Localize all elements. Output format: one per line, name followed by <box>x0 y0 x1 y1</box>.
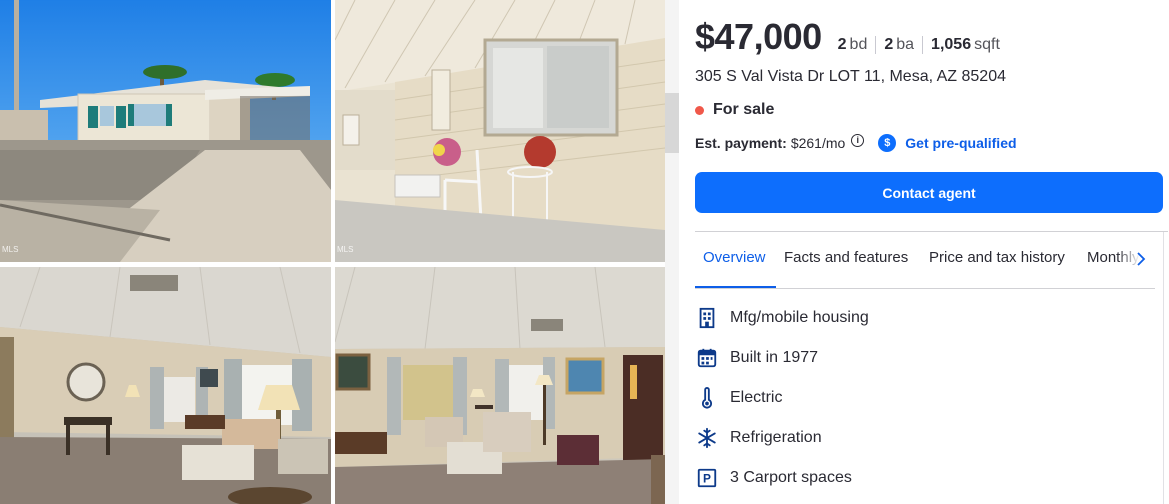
feature-label: 3 Carport spaces <box>730 469 852 486</box>
feature-label: Electric <box>730 389 783 406</box>
beds-fact: 2 bd <box>838 36 876 54</box>
feature-parking: P 3 Carport spaces <box>695 466 852 490</box>
thermometer-icon <box>695 386 719 410</box>
listing-address: 305 S Val Vista Dr LOT 11, Mesa, AZ 8520… <box>695 68 1006 85</box>
photo-living-room-1[interactable] <box>0 267 331 504</box>
svg-text:P: P <box>703 472 711 486</box>
prequal-label: Get pre-qualified <box>905 135 1017 151</box>
photo-exterior-front[interactable]: MLS <box>0 0 331 262</box>
photo-living-room-1-image <box>0 267 331 504</box>
mls-watermark: MLS <box>2 245 19 254</box>
active-tab-indicator <box>695 286 776 288</box>
sqft-fact: 1,056 sqft <box>922 36 1008 54</box>
tab-overview[interactable]: Overview <box>695 232 774 288</box>
photo-porch-image <box>335 0 665 262</box>
parking-icon: P <box>695 466 719 490</box>
chevron-right-icon[interactable] <box>1133 251 1149 267</box>
status-dot-icon <box>695 105 704 115</box>
contact-agent-button[interactable]: Contact agent <box>695 172 1163 213</box>
baths-value: 2 <box>884 36 894 53</box>
feature-label: Refrigeration <box>730 429 822 446</box>
listing-details-panel: $47,000 2 bd 2 ba 1,056 sqft 305 S Val Vist… <box>695 0 1169 504</box>
beds-value: 2 <box>837 36 847 53</box>
baths-fact: 2 ba <box>875 36 922 54</box>
tab-price-and-tax-history[interactable]: Price and tax history <box>921 232 1073 288</box>
dollar-badge-icon: $ <box>878 134 897 152</box>
feature-label: Mfg/mobile housing <box>730 309 869 326</box>
payment-label: Est. payment: <box>695 135 787 151</box>
beds-unit: bd <box>849 36 868 53</box>
panel-scroll-rail <box>1163 232 1164 504</box>
estimated-payment: Est. payment: $261/mo i $ Get pre-qualif… <box>695 133 1017 152</box>
feature-year-built: Built in 1977 <box>695 346 818 370</box>
tab-facts-and-features[interactable]: Facts and features <box>776 232 916 288</box>
photo-grid: MLS MLS <box>0 0 665 504</box>
feature-heating: Electric <box>695 386 782 410</box>
feature-label: Built in 1977 <box>730 349 819 366</box>
photo-living-room-2[interactable] <box>335 267 665 504</box>
info-icon[interactable]: i <box>851 133 865 147</box>
sqft-unit: sqft <box>974 36 1000 53</box>
payment-amount: $261/mo <box>790 135 846 151</box>
listing-status: For sale <box>695 101 774 119</box>
baths-unit: ba <box>896 36 915 53</box>
snowflake-icon <box>695 426 719 450</box>
photo-exterior-image <box>0 0 331 262</box>
photo-living-room-2-image <box>335 267 665 504</box>
price-row: $47,000 2 bd 2 ba 1,056 sqft <box>695 16 1008 58</box>
photo-covered-porch[interactable]: MLS <box>335 0 665 262</box>
feature-cooling: Refrigeration <box>695 426 822 450</box>
get-prequalified-link[interactable]: $ Get pre-qualified <box>878 134 1017 152</box>
photo-scrollbar-thumb[interactable] <box>665 93 679 153</box>
detail-tabs: Overview Facts and features Price and ta… <box>695 232 1155 289</box>
listing-price: $47,000 <box>695 16 822 57</box>
bed-bath-sqft: 2 bd 2 ba 1,056 sqft <box>838 36 1008 54</box>
building-icon <box>695 306 719 330</box>
status-label: For sale <box>713 101 775 118</box>
photo-scrollbar[interactable] <box>665 0 679 504</box>
mls-watermark: MLS <box>337 245 354 254</box>
feature-housing-type: Mfg/mobile housing <box>695 306 869 330</box>
calendar-icon <box>695 346 719 370</box>
sqft-value: 1,056 <box>931 36 972 53</box>
